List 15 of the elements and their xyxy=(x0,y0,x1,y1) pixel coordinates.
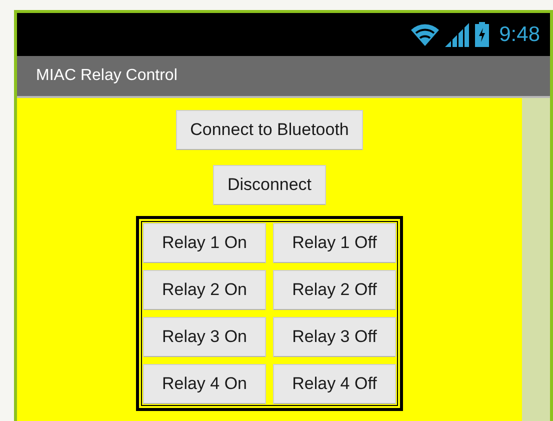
disconnect-button[interactable]: Disconnect xyxy=(213,165,326,205)
wifi-icon xyxy=(411,24,440,46)
relay-off-button[interactable]: Relay 3 Off xyxy=(273,317,396,357)
signal-icon xyxy=(445,22,470,46)
relay-on-button[interactable]: Relay 1 On xyxy=(143,223,266,263)
relay-on-button[interactable]: Relay 4 On xyxy=(143,364,266,404)
battery-icon xyxy=(475,22,490,47)
clock-time: 9:48 xyxy=(499,22,540,46)
relay-off-button[interactable]: Relay 1 Off xyxy=(273,223,396,263)
relay-on-button[interactable]: Relay 3 On xyxy=(143,317,266,357)
relay-on-button[interactable]: Relay 2 On xyxy=(143,270,266,310)
app-title: MIAC Relay Control xyxy=(36,67,178,85)
connect-button[interactable]: Connect to Bluetooth xyxy=(176,110,363,150)
relay-off-button[interactable]: Relay 2 Off xyxy=(273,270,396,310)
relay-off-button[interactable]: Relay 4 Off xyxy=(273,364,396,404)
